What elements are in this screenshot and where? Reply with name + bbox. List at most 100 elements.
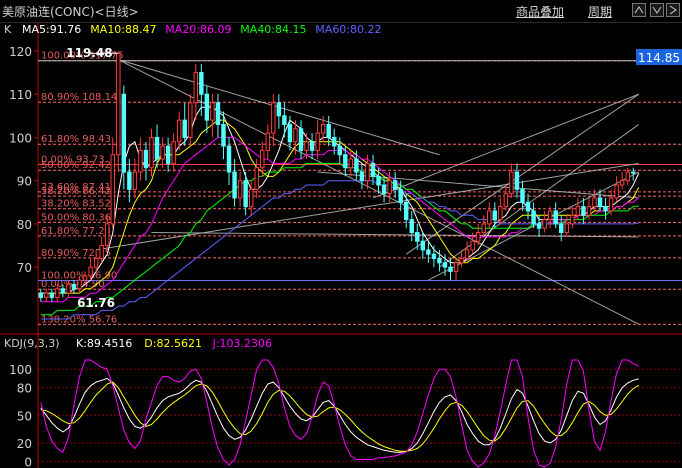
candle-body[interactable]	[409, 219, 414, 234]
candle-body[interactable]	[188, 102, 193, 138]
candle-body[interactable]	[38, 292, 43, 298]
candle-body[interactable]	[337, 145, 342, 156]
candle-body[interactable]	[559, 223, 564, 234]
candle-body[interactable]	[381, 184, 387, 195]
candle-body[interactable]	[44, 292, 49, 298]
candle-body[interactable]	[392, 180, 398, 190]
candle-body[interactable]	[608, 197, 614, 212]
candle-body[interactable]	[586, 206, 592, 216]
candle-body[interactable]	[265, 132, 271, 151]
candle-body[interactable]	[564, 223, 570, 234]
candle-body[interactable]	[55, 288, 60, 298]
candle-body[interactable]	[631, 171, 636, 174]
candle-body[interactable]	[603, 206, 608, 212]
candle-body[interactable]	[204, 93, 210, 121]
candle-body[interactable]	[93, 258, 99, 268]
candle-body[interactable]	[309, 141, 315, 151]
candle-body[interactable]	[287, 123, 293, 143]
candle-body[interactable]	[326, 123, 331, 138]
candle-body[interactable]	[426, 249, 431, 255]
zoom-in-icon[interactable]	[632, 3, 646, 17]
candle-body[interactable]	[127, 171, 132, 190]
candle-body[interactable]	[570, 214, 575, 225]
candle-body[interactable]	[271, 102, 276, 134]
candle-body[interactable]	[581, 206, 586, 216]
candle-body[interactable]	[110, 154, 115, 225]
candle-body[interactable]	[481, 223, 486, 234]
candle-body[interactable]	[160, 145, 165, 160]
candle-body[interactable]	[193, 72, 199, 104]
candle-body[interactable]	[536, 223, 542, 229]
candle-body[interactable]	[354, 158, 359, 173]
candle-body[interactable]	[304, 141, 309, 151]
candle-body[interactable]	[215, 102, 221, 125]
candle-body[interactable]	[475, 232, 481, 242]
candle-body[interactable]	[542, 219, 547, 229]
candle-body[interactable]	[614, 184, 619, 199]
candle-body[interactable]	[415, 232, 420, 242]
candle-body[interactable]	[116, 52, 121, 156]
period-button[interactable]: 周期	[588, 3, 612, 20]
candle-body[interactable]	[298, 128, 304, 151]
candle-body[interactable]	[359, 171, 365, 182]
candle-body[interactable]	[464, 249, 470, 259]
candle-body[interactable]	[60, 288, 66, 294]
candle-body[interactable]	[82, 275, 88, 281]
candle-body[interactable]	[66, 283, 71, 294]
candle-body[interactable]	[132, 171, 138, 190]
candle-body[interactable]	[376, 175, 381, 186]
candle-body[interactable]	[104, 223, 110, 247]
candle-body[interactable]	[547, 210, 553, 221]
candle-body[interactable]	[176, 119, 182, 143]
pan-right-icon[interactable]	[666, 3, 680, 17]
candle-body[interactable]	[387, 180, 392, 195]
candle-body[interactable]	[77, 279, 82, 290]
candle-body[interactable]	[348, 158, 354, 169]
candle-body[interactable]	[492, 210, 498, 221]
candle-body[interactable]	[88, 266, 93, 277]
candle-body[interactable]	[431, 253, 437, 259]
candle-body[interactable]	[226, 145, 232, 173]
candle-body[interactable]	[49, 292, 55, 298]
candle-body[interactable]	[575, 206, 581, 216]
candle-body[interactable]	[254, 167, 259, 190]
candle-body[interactable]	[332, 136, 337, 147]
candle-body[interactable]	[221, 123, 226, 147]
commodity-overlay-button[interactable]: 商品叠加	[516, 3, 564, 20]
candle-body[interactable]	[592, 197, 597, 208]
candle-body[interactable]	[403, 201, 409, 221]
candle-body[interactable]	[315, 132, 320, 151]
candle-body[interactable]	[619, 180, 625, 186]
candle-body[interactable]	[165, 145, 171, 164]
candle-body[interactable]	[260, 149, 265, 169]
candle-body[interactable]	[343, 154, 348, 169]
candle-body[interactable]	[210, 102, 215, 121]
candle-body[interactable]	[154, 136, 160, 160]
candle-body[interactable]	[459, 258, 464, 264]
candle-body[interactable]	[71, 283, 77, 290]
candle-body[interactable]	[149, 136, 154, 169]
candle-body[interactable]	[509, 171, 514, 195]
candle-body[interactable]	[276, 102, 282, 117]
candle-body[interactable]	[437, 258, 442, 264]
candle-body[interactable]	[531, 210, 536, 225]
candle-body[interactable]	[520, 188, 525, 203]
candle-body[interactable]	[597, 197, 603, 208]
candle-body[interactable]	[470, 240, 475, 251]
candle-body[interactable]	[99, 245, 104, 260]
candle-body[interactable]	[143, 149, 149, 169]
candle-body[interactable]	[498, 206, 503, 221]
candle-body[interactable]	[282, 115, 287, 125]
candle-body[interactable]	[182, 119, 187, 138]
candle-body[interactable]	[320, 123, 326, 134]
candle-body[interactable]	[365, 162, 370, 182]
candle-body[interactable]	[398, 188, 403, 203]
zoom-out-icon[interactable]	[650, 3, 664, 17]
candle-body[interactable]	[232, 171, 237, 199]
candle-body[interactable]	[370, 162, 376, 177]
candle-body[interactable]	[503, 193, 509, 208]
candle-body[interactable]	[453, 262, 459, 272]
candle-body[interactable]	[448, 266, 453, 272]
candle-body[interactable]	[121, 93, 127, 173]
candle-body[interactable]	[553, 210, 558, 225]
